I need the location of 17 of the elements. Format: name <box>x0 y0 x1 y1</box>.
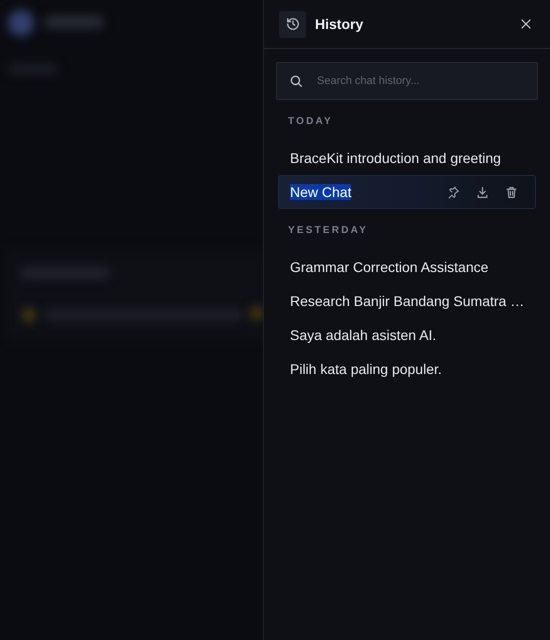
pin-icon <box>447 186 460 198</box>
search-icon <box>289 74 303 88</box>
chat-history-item[interactable]: Pilih kata paling populer. <box>278 352 536 386</box>
chat-history-item[interactable]: Grammar Correction Assistance <box>278 250 536 284</box>
section-label: YESTERDAY <box>287 224 370 237</box>
history-button[interactable] <box>279 10 306 38</box>
panel-title: History <box>315 16 364 32</box>
close-icon <box>520 18 532 30</box>
section-label: TODAY <box>287 115 334 128</box>
search-field[interactable]: Search chat history... <box>276 62 538 100</box>
history-icon <box>286 17 300 31</box>
chat-history-item[interactable]: Research Banjir Bandang Sumatra … <box>278 284 536 318</box>
chat-history-item[interactable]: Saya adalah asisten AI. <box>278 318 536 352</box>
chat-history-item[interactable]: BraceKit introduction and greeting <box>278 141 536 175</box>
trash-icon <box>505 186 518 198</box>
download-icon <box>476 186 490 198</box>
chat-history-item[interactable]: New Chat <box>278 175 536 209</box>
